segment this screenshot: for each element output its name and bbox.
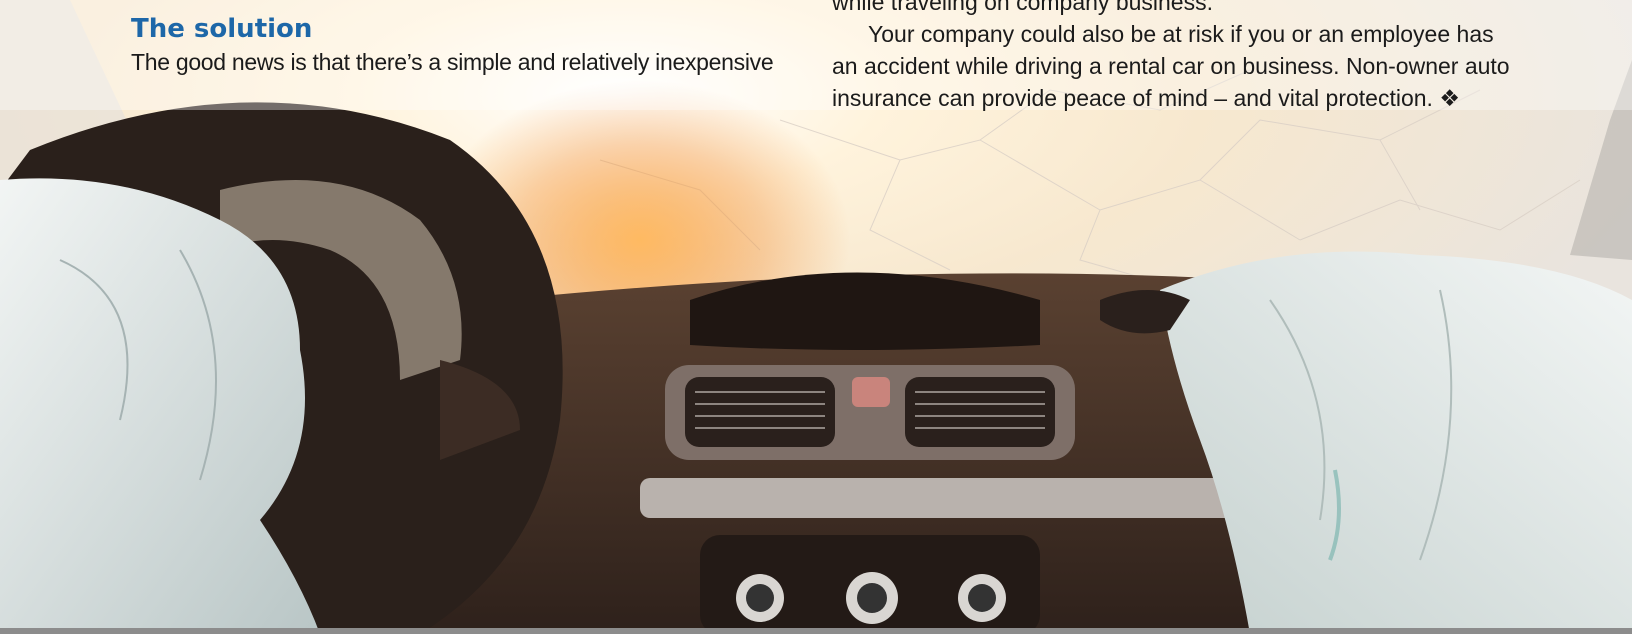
right-paragraph-line-2: an accident while driving a rental car o… — [832, 53, 1510, 79]
document-page: The solution The good news is that there… — [0, 0, 1632, 634]
right-paragraph-line-3: insurance can provide peace of mind – an… — [832, 82, 1552, 115]
bottom-border — [0, 628, 1632, 634]
right-paragraph-line-1: Your company could also be at risk if yo… — [868, 21, 1494, 47]
right-column: while traveling on company business. You… — [832, 0, 1552, 115]
right-paragraph-line-3-text: insurance can provide peace of mind – an… — [832, 85, 1433, 111]
left-paragraph: The good news is that there’s a simple a… — [131, 49, 774, 75]
clipped-line: while traveling on company business. — [832, 0, 1213, 15]
end-mark-icon: ❖ — [1439, 86, 1460, 112]
left-column: The solution The good news is that there… — [131, 12, 811, 78]
section-heading: The solution — [131, 14, 313, 44]
